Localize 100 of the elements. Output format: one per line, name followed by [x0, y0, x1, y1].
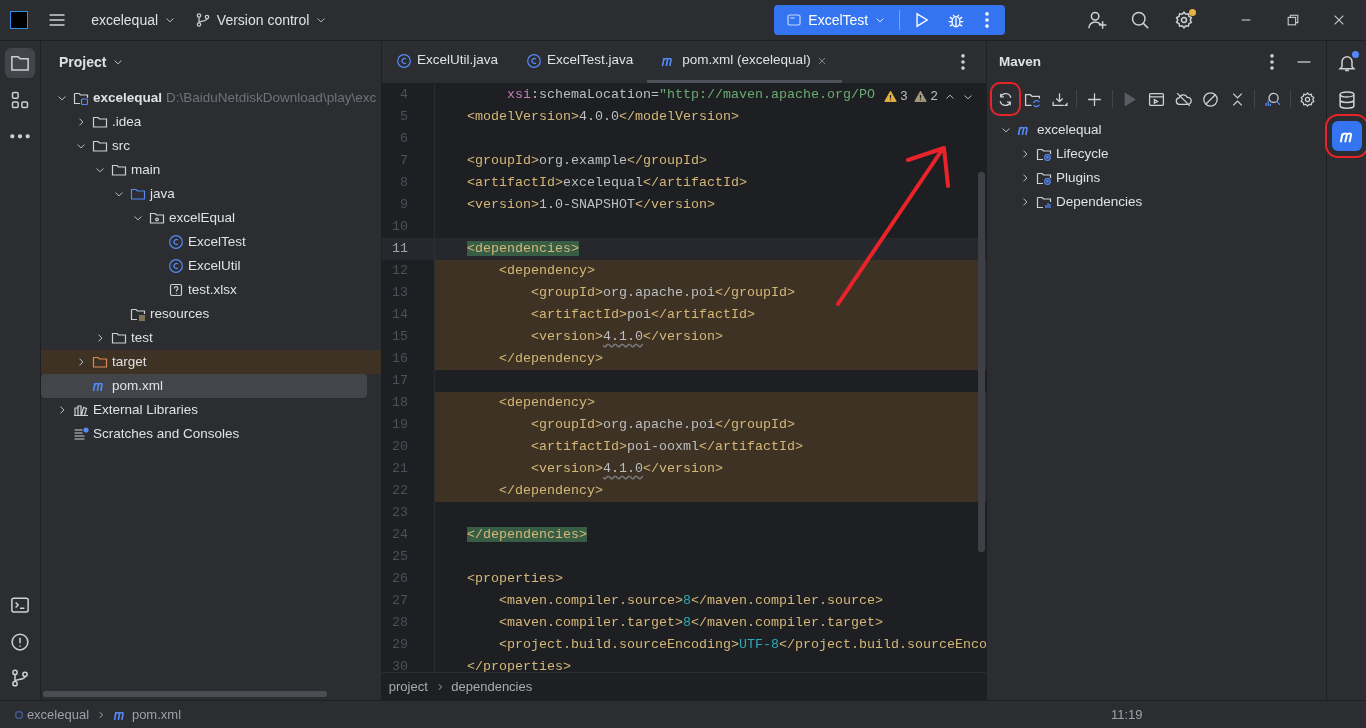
code-token: <properties> — [466, 570, 563, 588]
code-token: </artifactId> — [698, 438, 803, 456]
code-token: org.apache.poi — [602, 416, 715, 434]
code-token: <dependency> — [498, 394, 595, 412]
code-token: <maven.compiler.target> — [498, 614, 683, 632]
code-token: 8 — [682, 592, 691, 610]
code-token: </groupId> — [714, 416, 795, 434]
status-breadcrumb[interactable]: excelequal — [13, 704, 90, 725]
tree-item[interactable]: Plugins — [987, 166, 1312, 190]
tree-item-label: ExcelUtil — [188, 256, 241, 275]
inspection-count[interactable]: 3 — [883, 87, 908, 107]
tree-item-label: excelequal — [93, 88, 163, 107]
code-token: </maven.compiler.target> — [690, 614, 883, 632]
code-token: </dependencies> — [466, 526, 587, 544]
tree-item[interactable]: External Libraries — [41, 398, 367, 422]
code-token: 4.1.0 — [602, 328, 643, 346]
tree-item-label: java — [150, 184, 175, 203]
tree-item-label: resources — [150, 304, 210, 323]
tree-item[interactable]: main — [41, 158, 367, 182]
code-token: excelequal — [563, 174, 643, 192]
tree-item[interactable]: ExcelUtil — [41, 254, 367, 278]
breadcrumb[interactable]: dependencies — [451, 676, 533, 697]
module-path: D:\BaiduNetdiskDownload\play\exc — [166, 88, 377, 107]
code-token: <groupId> — [466, 152, 539, 170]
status-breadcrumb[interactable]: pom.xml — [112, 704, 182, 725]
code-token: 4.0.0 — [578, 108, 619, 126]
code-token: </modelVersion> — [618, 108, 739, 126]
code-token: </version> — [634, 196, 715, 214]
code-token: 1.0-SNAPSHOT — [539, 196, 635, 214]
run-configuration-selector[interactable]: ExcelTest — [780, 9, 893, 31]
tree-item[interactable]: test — [41, 326, 367, 350]
tree-item[interactable]: resources — [41, 302, 367, 326]
code-token: org.apache.poi — [602, 284, 715, 302]
code-token: 4.1.0 — [602, 460, 643, 478]
tree-item[interactable]: java — [41, 182, 367, 206]
code-token: </project.build.sourceEnco — [778, 636, 986, 654]
code-token: <artifactId> — [529, 438, 627, 456]
tree-item-label: test.xlsx — [188, 280, 237, 299]
inspection-count[interactable]: 2 — [913, 87, 938, 107]
code-token: </version> — [642, 460, 723, 478]
code-token: </maven.compiler.source> — [690, 592, 883, 610]
tree-item[interactable]: .idea — [41, 110, 367, 134]
project-selector[interactable]: excelequal — [85, 9, 183, 31]
code-token: <version> — [466, 196, 539, 214]
tree-item[interactable]: pom.xml — [41, 374, 367, 398]
tree-item-label: excelequal — [1037, 120, 1102, 139]
breadcrumb[interactable]: project — [388, 676, 428, 697]
code-token: <groupId> — [529, 284, 603, 302]
tree-item-label: Dependencies — [1056, 192, 1143, 211]
code-token: 8 — [682, 614, 691, 632]
editor-tab[interactable]: ExcelTest.java — [512, 41, 648, 83]
code-token: <modelVersion> — [466, 108, 579, 126]
code-token: </version> — [642, 328, 723, 346]
tree-item-label: main — [131, 160, 161, 179]
code-token: xsi — [505, 86, 531, 104]
line-number: 11 — [391, 240, 409, 258]
tree-item-label: ExcelTest — [188, 232, 246, 251]
code-token: </properties> — [466, 658, 571, 673]
editor-tab[interactable]: pom.xml (excelequal) — [647, 41, 842, 83]
code-token: <version> — [529, 460, 603, 478]
code-token: <dependency> — [498, 262, 595, 280]
tree-item-label: Scratches and Consoles — [93, 424, 240, 443]
code-token: </groupId> — [626, 152, 707, 170]
version-control-menu[interactable]: Version control — [188, 9, 334, 31]
code-token: <version> — [529, 328, 603, 346]
tree-item[interactable]: ExcelTest — [41, 230, 367, 254]
tree-item[interactable]: excelEqual — [41, 206, 367, 230]
panel-title: Maven — [999, 52, 1042, 71]
tree-item-label: target — [112, 352, 147, 371]
tree-item[interactable]: excelequal — [987, 118, 1312, 142]
code-token: <dependencies> — [466, 240, 579, 258]
code-token: </dependency> — [498, 482, 603, 500]
tree-item-label: Lifecycle — [1056, 144, 1109, 163]
tree-item-label: test — [131, 328, 153, 347]
code-token: :schemaLocation= — [531, 86, 659, 104]
tree-item[interactable]: Scratches and Consoles — [41, 422, 367, 446]
tree-item-label: External Libraries — [93, 400, 199, 419]
code-token: <project.build.sourceEncoding> — [498, 636, 739, 654]
code-token: "http://maven.apache.org/PO — [658, 86, 875, 104]
tree-item-label: src — [112, 136, 130, 155]
tree-item[interactable]: Lifecycle — [987, 142, 1312, 166]
editor-tab[interactable]: ExcelUtil.java — [382, 41, 513, 83]
code-token: </dependency> — [498, 350, 603, 368]
code-token: </groupId> — [714, 284, 795, 302]
project-view-selector[interactable]: Project — [53, 51, 131, 73]
tree-item-label: excelEqual — [169, 208, 236, 227]
tree-item[interactable]: Dependencies — [987, 190, 1312, 214]
tree-item[interactable]: target — [41, 350, 381, 374]
code-token: </artifactId> — [642, 174, 747, 192]
tree-item-label: .idea — [112, 112, 142, 131]
tree-item[interactable]: test.xlsx — [41, 278, 367, 302]
tree-item[interactable]: src — [41, 134, 367, 158]
code-token: <groupId> — [529, 416, 603, 434]
code-token: <artifactId> — [466, 174, 563, 192]
tree-item-label: pom.xml — [112, 376, 163, 395]
code-token: poi-ooxml — [626, 438, 699, 456]
code-token: <artifactId> — [529, 306, 627, 324]
code-token: UTF-8 — [738, 636, 779, 654]
caret-position[interactable]: 11:19 — [1110, 704, 1143, 725]
code-token: </artifactId> — [650, 306, 755, 324]
